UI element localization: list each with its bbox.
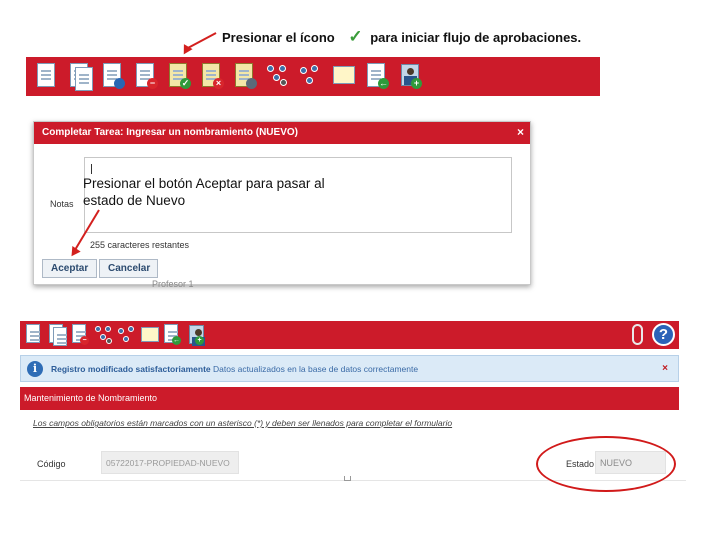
instruction-top: Presionar el ícono ✓ para iniciar flujo … xyxy=(222,27,581,47)
help-icon[interactable]: ? xyxy=(652,323,675,346)
toolbar-bottom: − ← + ? xyxy=(20,321,679,349)
banner-detail: Datos actualizados en la base de datos c… xyxy=(213,364,419,374)
paperclip-icon[interactable] xyxy=(632,324,643,345)
toolbar-top: − ✓ × ← + xyxy=(26,57,600,96)
resize-handle-icon xyxy=(344,476,351,481)
annotation-ellipse xyxy=(536,436,676,492)
save-document-icon[interactable] xyxy=(100,62,126,90)
text-caret xyxy=(91,164,92,174)
info-icon: i xyxy=(27,361,43,377)
workflow-list-icon[interactable] xyxy=(116,323,136,346)
success-banner: i Registro modificado satisfactoriamente… xyxy=(20,355,679,382)
required-fields-note: Los campos obligatorios están marcados c… xyxy=(33,418,453,428)
workflow-search-icon[interactable] xyxy=(265,62,291,90)
delete-document-icon[interactable]: − xyxy=(133,62,159,90)
dialog-title-bar: Completar Tarea: Ingresar un nombramient… xyxy=(34,122,530,144)
codigo-field: 05722017-PROPIEDAD-NUEVO xyxy=(101,451,239,474)
copy-document-icon[interactable] xyxy=(67,62,93,91)
accept-button[interactable]: Aceptar xyxy=(42,259,97,278)
document-import-icon[interactable]: ← xyxy=(162,323,182,346)
new-document-icon[interactable] xyxy=(24,323,44,346)
close-icon[interactable]: × xyxy=(517,125,524,139)
cancel-button[interactable]: Cancelar xyxy=(99,259,158,278)
remaining-characters: 255 caracteres restantes xyxy=(90,240,190,250)
notes-label: Notas xyxy=(50,199,74,209)
certificate-icon[interactable] xyxy=(139,323,159,346)
new-document-icon[interactable] xyxy=(34,62,60,90)
banner-message: Registro modificado satisfactoriamente D… xyxy=(51,364,418,374)
check-icon: ✓ xyxy=(348,27,363,46)
document-import-icon[interactable]: ← xyxy=(364,62,390,90)
delete-document-icon[interactable]: − xyxy=(70,323,90,346)
approve-clipboard-icon[interactable]: ✓ xyxy=(166,62,192,90)
workflow-list-icon[interactable] xyxy=(298,62,324,90)
clipboard-user-icon[interactable] xyxy=(232,62,258,90)
codigo-label: Código xyxy=(37,459,66,469)
instruction-overlay: Presionar el botón Aceptar para pasar al… xyxy=(83,176,325,208)
copy-document-icon[interactable] xyxy=(47,323,67,346)
workflow-search-icon[interactable] xyxy=(93,323,113,346)
background-text: Profesor 1 xyxy=(152,279,194,289)
banner-bold: Registro modificado satisfactoriamente xyxy=(51,364,211,374)
section-title: Mantenimiento de Nombramiento xyxy=(20,387,679,410)
add-person-icon[interactable]: + xyxy=(185,323,205,346)
add-person-icon[interactable]: + xyxy=(397,62,423,90)
instruction-top-text-2: para iniciar flujo de aprobaciones. xyxy=(370,30,582,45)
banner-close-icon[interactable]: × xyxy=(662,363,668,374)
reject-clipboard-icon[interactable]: × xyxy=(199,62,225,90)
dialog-title: Completar Tarea: Ingresar un nombramient… xyxy=(42,127,298,138)
certificate-icon[interactable] xyxy=(331,62,357,90)
instruction-top-text: Presionar el ícono xyxy=(222,30,335,45)
